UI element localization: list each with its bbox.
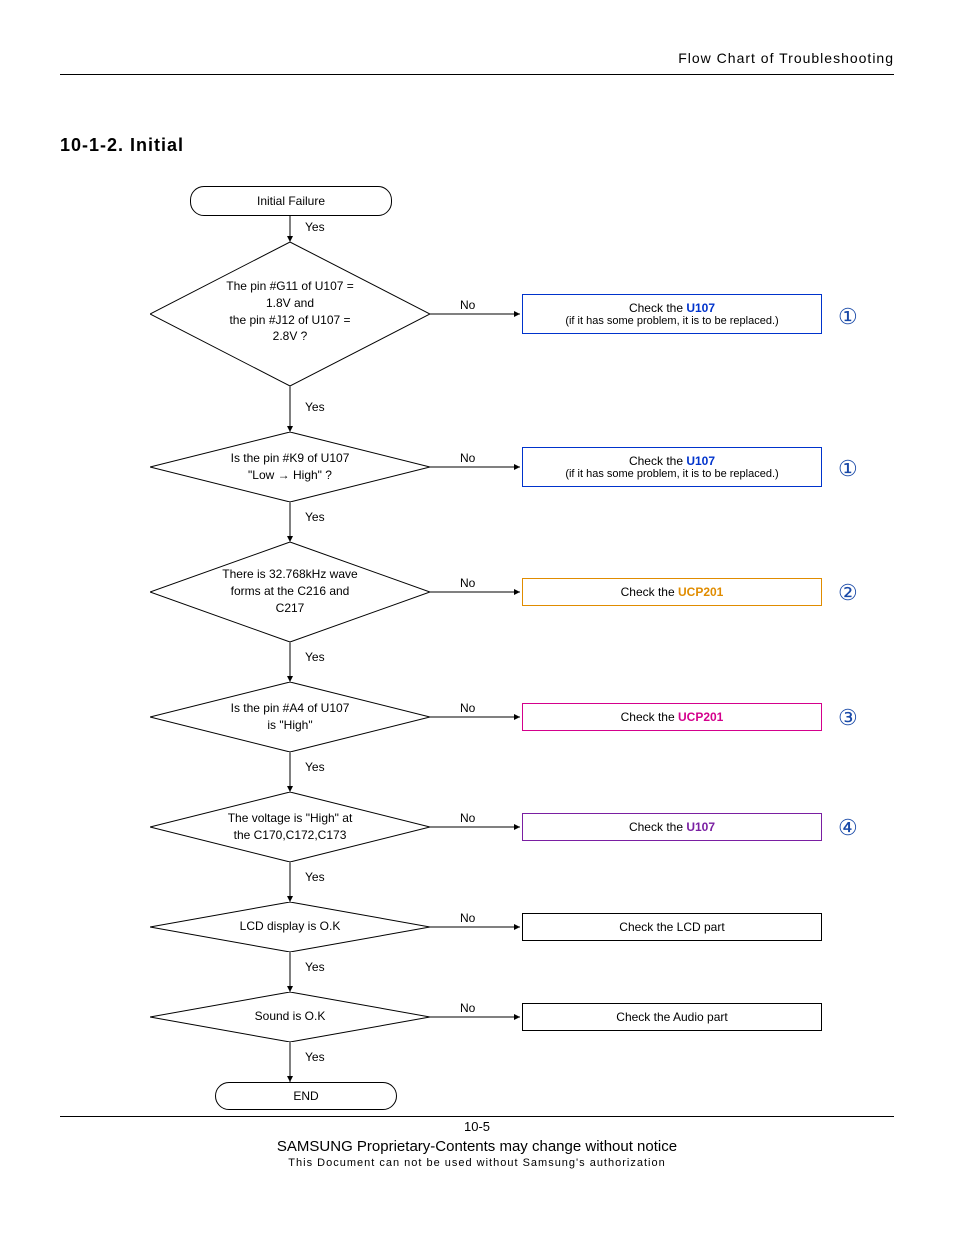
d1-line3: the pin #J12 of U107 = (150, 312, 430, 329)
a5-pre: Check the (629, 820, 686, 834)
decision-d5: The voltage is "High" at the C170,C172,C… (150, 792, 430, 862)
edge-yes: Yes (305, 1050, 325, 1064)
edge-no: No (460, 911, 475, 925)
marker-1a: ① (838, 304, 858, 330)
decision-d6: LCD display is O.K (150, 902, 430, 952)
edge-yes: Yes (305, 760, 325, 774)
edge-no: No (460, 576, 475, 590)
decision-d7: Sound is O.K (150, 992, 430, 1042)
d1-line1: The pin #G11 of U107 = (150, 278, 430, 295)
a4-pre: Check the (621, 710, 678, 724)
edge-yes: Yes (305, 650, 325, 664)
d1-line4: 2.8V ? (150, 328, 430, 345)
edge-no: No (460, 701, 475, 715)
action-a1: Check the U107 (if it has some problem, … (522, 294, 822, 334)
a3-comp: UCP201 (678, 585, 723, 599)
action-a6: Check the LCD part (522, 913, 822, 941)
a1-comp: U107 (686, 301, 715, 315)
terminator-start-label: Initial Failure (257, 194, 325, 208)
d4-line1: Is the pin #A4 of U107 (150, 700, 430, 717)
decision-d1: The pin #G11 of U107 = 1.8V and the pin … (150, 242, 430, 386)
d3-line3: C217 (150, 600, 430, 617)
a7-text: Check the Audio part (616, 1010, 727, 1024)
decision-d2: Is the pin #K9 of U107 "Low → High" ? (150, 432, 430, 502)
a1-sub: (if it has some problem, it is to be rep… (565, 315, 778, 327)
page-header: Flow Chart of Troubleshooting (60, 50, 894, 75)
terminator-end: END (215, 1082, 397, 1110)
edge-no: No (460, 298, 475, 312)
terminator-start: Initial Failure (190, 186, 392, 216)
d5-line2: the C170,C172,C173 (150, 827, 430, 844)
edge-yes: Yes (305, 220, 325, 234)
d2-line1: Is the pin #K9 of U107 (150, 450, 430, 467)
flowchart: Initial Failure Yes The pin #G11 of U107… (90, 186, 870, 1116)
action-a7: Check the Audio part (522, 1003, 822, 1031)
decision-d3: There is 32.768kHz wave forms at the C21… (150, 542, 430, 642)
page: Flow Chart of Troubleshooting 10-1-2. In… (0, 0, 954, 1199)
a2-comp: U107 (686, 454, 715, 468)
edge-no: No (460, 811, 475, 825)
authorization-line: This Document can not be used without Sa… (60, 1157, 894, 1169)
a2-pre: Check the (629, 454, 686, 468)
a2-sub: (if it has some problem, it is to be rep… (565, 468, 778, 480)
terminator-end-label: END (293, 1089, 318, 1103)
edge-yes: Yes (305, 870, 325, 884)
edge-no: No (460, 1001, 475, 1015)
a5-comp: U107 (686, 820, 715, 834)
a1-pre: Check the (629, 301, 686, 315)
d4-line2: is "High" (150, 717, 430, 734)
page-number: 10-5 (60, 1119, 894, 1134)
marker-3: ③ (838, 705, 858, 731)
action-a2: Check the U107 (if it has some problem, … (522, 447, 822, 487)
proprietary-line: SAMSUNG Proprietary-Contents may change … (60, 1138, 894, 1155)
marker-1b: ① (838, 456, 858, 482)
action-a3: Check the UCP201 (522, 578, 822, 606)
action-a4: Check the UCP201 (522, 703, 822, 731)
marker-2: ② (838, 580, 858, 606)
header-title: Flow Chart of Troubleshooting (678, 50, 894, 66)
edge-no: No (460, 451, 475, 465)
marker-4: ④ (838, 815, 858, 841)
edge-yes: Yes (305, 960, 325, 974)
a6-text: Check the LCD part (619, 920, 724, 934)
d5-line1: The voltage is "High" at (150, 810, 430, 827)
a3-pre: Check the (621, 585, 678, 599)
section-title: 10-1-2. Initial (60, 135, 894, 156)
edge-yes: Yes (305, 400, 325, 414)
d3-line1: There is 32.768kHz wave (150, 566, 430, 583)
a4-comp: UCP201 (678, 710, 723, 724)
d6-line: LCD display is O.K (150, 918, 430, 935)
d2-line2: "Low → High" ? (150, 467, 430, 484)
page-footer: 10-5 SAMSUNG Proprietary-Contents may ch… (60, 1116, 894, 1169)
edge-yes: Yes (305, 510, 325, 524)
d3-line2: forms at the C216 and (150, 583, 430, 600)
d1-line2: 1.8V and (150, 295, 430, 312)
decision-d4: Is the pin #A4 of U107 is "High" (150, 682, 430, 752)
d7-line: Sound is O.K (150, 1008, 430, 1025)
action-a5: Check the U107 (522, 813, 822, 841)
